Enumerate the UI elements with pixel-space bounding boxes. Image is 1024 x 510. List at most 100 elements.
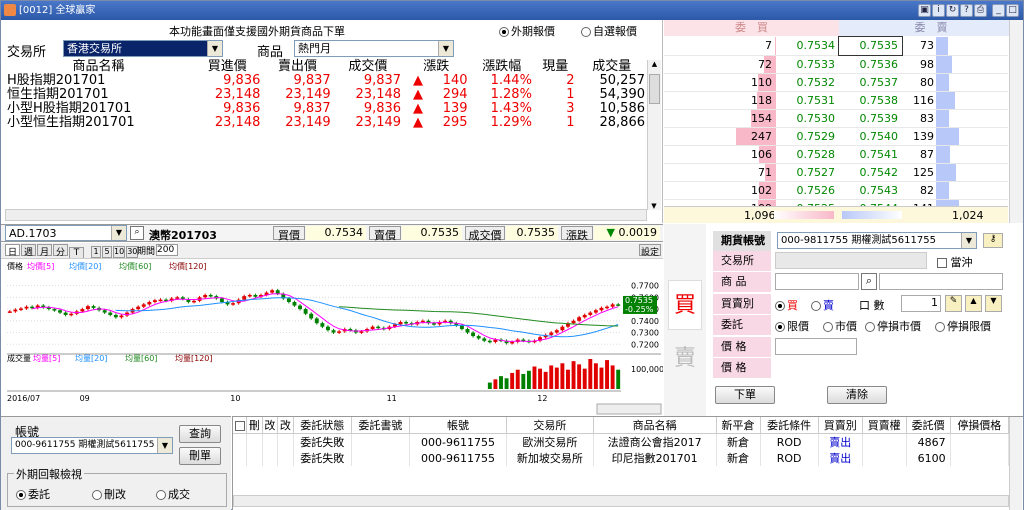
orders-col-header[interactable]: 買賣別 <box>818 417 863 434</box>
view-fill-radio[interactable]: 成交 <box>156 486 190 502</box>
day-trade-checkbox[interactable]: 當沖 <box>937 254 973 270</box>
orders-col-header[interactable]: 買賣權 <box>862 417 907 434</box>
ask-price[interactable]: 0.7543 <box>839 181 902 200</box>
order-book-row[interactable]: 118 0.7531 0.7538 116 <box>664 91 1008 110</box>
order-exchange-field[interactable] <box>775 252 927 269</box>
order-book-row[interactable]: 71 0.7527 0.7542 125 <box>664 163 1008 182</box>
help-icon[interactable]: ? <box>960 4 973 17</box>
period-tab[interactable]: 分 <box>53 244 68 258</box>
order-action-cell[interactable] <box>246 433 263 450</box>
chart-zoom-slider[interactable] <box>596 403 662 415</box>
order-action-cell[interactable] <box>277 450 294 466</box>
ask-price[interactable]: 0.7541 <box>839 145 902 164</box>
bid-price[interactable]: 0.7531 <box>776 91 839 110</box>
bid-price[interactable]: 0.7526 <box>776 181 839 200</box>
print-icon[interactable]: ⎙ <box>974 4 987 17</box>
orders-col-header[interactable]: 委託書號 <box>351 417 411 434</box>
order-action-cell[interactable] <box>277 433 294 450</box>
search-icon[interactable]: ⌕ <box>861 273 877 290</box>
quote-col-header[interactable]: 成交價 <box>333 60 403 74</box>
order-action-cell[interactable] <box>233 450 248 466</box>
lock-icon[interactable]: ▣ <box>918 4 931 17</box>
order-product-input[interactable] <box>775 273 859 290</box>
info-icon[interactable]: i <box>932 4 945 17</box>
order-book-row[interactable]: 154 0.7530 0.7539 83 <box>664 109 1008 128</box>
search-icon[interactable]: ⌕ <box>130 226 144 240</box>
orders-col-header[interactable]: 停損價格 <box>950 417 1010 434</box>
order-row[interactable]: 委託失敗 000-9611755 歐洲交易所 法證商公會指2017 新倉 ROD 賣出 486… <box>233 433 1010 450</box>
quote-row[interactable]: 小型H股指期201701 9,836 9,837 9,836 ▲ 139 1.43% 3 10,… <box>5 102 647 116</box>
order-book-row[interactable]: 106 0.7528 0.7541 87 <box>664 145 1008 164</box>
bid-price[interactable]: 0.7532 <box>776 73 839 92</box>
orders-col-header[interactable]: 委託條件 <box>760 417 819 434</box>
account-select[interactable]: 000-9811755 期權測試5611755 ▼ <box>777 232 977 249</box>
quote-hscroll[interactable] <box>5 209 647 221</box>
exchange-select[interactable]: 香港交易所 ▼ <box>63 40 223 57</box>
order-book-row[interactable]: 110 0.7532 0.7537 80 <box>664 73 1008 92</box>
orders-col-header[interactable]: 交易所 <box>506 417 594 434</box>
orders-col-header[interactable]: 委託狀態 <box>293 417 352 434</box>
clear-button[interactable]: 清除 <box>827 386 887 404</box>
submit-order-button[interactable]: 下單 <box>715 386 775 404</box>
quote-col-header[interactable]: 賣出價 <box>262 60 332 74</box>
orders-col-header[interactable]: 改 <box>277 417 294 434</box>
quote-row[interactable]: H股指期201701 9,836 9,837 9,837 ▲ 140 1.44% 2 50,25… <box>5 74 647 88</box>
minute-tab[interactable]: 10 <box>113 246 126 258</box>
lots-input[interactable]: 1 <box>901 295 941 312</box>
order-action-cell[interactable] <box>262 433 279 450</box>
product-select[interactable]: 熱門月 ▼ <box>294 40 454 57</box>
quote-row[interactable]: 恒生指期201701 23,148 23,149 23,148 ▲ 294 1.28% 1 54… <box>5 88 647 102</box>
scroll-down-icon[interactable]: ▼ <box>648 202 660 210</box>
order-book-row[interactable]: 247 0.7529 0.7540 139 <box>664 127 1008 146</box>
scroll-thumb[interactable] <box>649 74 660 104</box>
bid-price[interactable]: 0.7528 <box>776 145 839 164</box>
view-modify-radio[interactable]: 刪改 <box>92 486 126 502</box>
minimize-button[interactable]: _ <box>992 4 1005 17</box>
quote-row[interactable]: 小型恒生指期201701 23,148 23,149 23,149 ▲ 295 1.29% 1… <box>5 116 647 130</box>
bid-price[interactable]: 0.7527 <box>776 163 839 182</box>
chevron-down-icon[interactable]: ▼ <box>207 41 222 56</box>
settings-button[interactable]: 設定 <box>639 244 661 258</box>
refresh-icon[interactable]: ↻ <box>946 4 959 17</box>
arrow-down-icon[interactable]: ▼ <box>985 295 1002 312</box>
period-tab[interactable]: T <box>69 247 84 258</box>
symbol-select[interactable]: AD.1703 ▼ <box>5 225 127 241</box>
query-button[interactable]: 查詢 <box>179 425 221 443</box>
period-input[interactable]: 200 <box>156 244 178 256</box>
quote-col-header[interactable]: 成交量 <box>577 60 647 74</box>
key-icon[interactable]: ⚷ <box>983 233 1003 248</box>
buy-tab[interactable]: 買 <box>668 280 702 330</box>
orders-select-header[interactable] <box>233 417 248 434</box>
order-book-vscroll[interactable] <box>1009 20 1023 223</box>
title-bar[interactable]: [0012] 全球贏家 ▣ i ↻ ? ⎙ _ □ <box>1 1 1023 20</box>
order-row[interactable]: 委託失敗 000-9611755 新加坡交易所 印尼指數201701 新倉 ROD 賣出 61… <box>233 450 1010 466</box>
chevron-down-icon[interactable]: ▼ <box>111 226 126 240</box>
ask-price[interactable]: 0.7540 <box>839 127 902 146</box>
cond-stop-limit-radio[interactable]: 停損限價 <box>935 318 991 334</box>
orders-col-header[interactable]: 刪 <box>246 417 263 434</box>
sell-tab[interactable]: 賣 <box>668 334 702 384</box>
bid-price[interactable]: 0.7533 <box>776 55 839 74</box>
chevron-down-icon[interactable]: ▼ <box>157 438 172 453</box>
ask-price[interactable]: 0.7535 <box>838 36 903 56</box>
minute-tab[interactable]: 1 <box>91 246 101 258</box>
period-tab[interactable]: 週 <box>21 244 36 258</box>
quote-col-header[interactable]: 商品名稱 <box>5 60 192 74</box>
quote-col-header[interactable]: 買進價 <box>192 60 262 74</box>
order-action-cell[interactable] <box>246 450 263 466</box>
orders-col-header[interactable]: 改 <box>262 417 279 434</box>
order-book-row[interactable]: 7 0.7534 0.7535 73 <box>664 36 1008 56</box>
ask-price[interactable]: 0.7542 <box>839 163 902 182</box>
cond-limit-radio[interactable]: 限價 <box>775 318 809 334</box>
order-action-cell[interactable] <box>262 450 279 466</box>
bid-price[interactable]: 0.7529 <box>776 127 839 146</box>
price-input[interactable] <box>775 338 857 355</box>
period-tab[interactable]: 月 <box>37 244 52 258</box>
maximize-button[interactable]: □ <box>1006 4 1019 17</box>
quote-vscroll[interactable]: ▲ ▼ <box>647 60 661 210</box>
orders-hscroll[interactable] <box>233 495 1009 507</box>
ask-price[interactable]: 0.7537 <box>839 73 902 92</box>
ask-price[interactable]: 0.7536 <box>839 55 902 74</box>
delete-order-button[interactable]: 刪單 <box>179 447 221 465</box>
orders-col-header[interactable]: 商品名稱 <box>593 417 717 434</box>
